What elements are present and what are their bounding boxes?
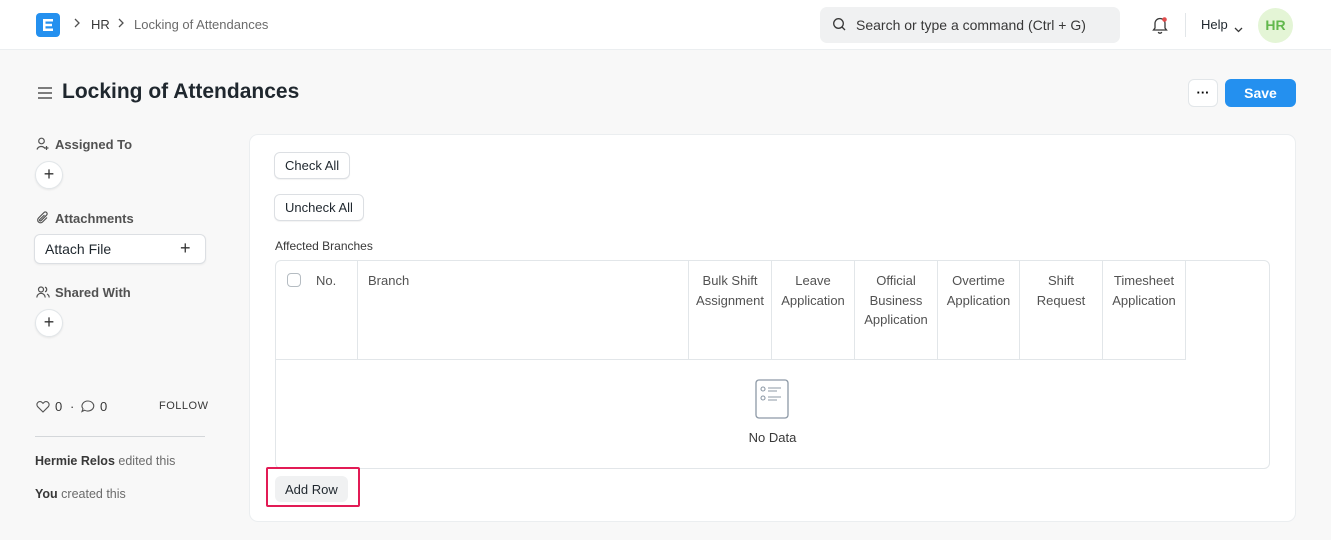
add-share-button[interactable]: + bbox=[35, 309, 63, 337]
assigned-to-label: Assigned To bbox=[55, 137, 133, 152]
page-title: Locking of Attendances bbox=[62, 80, 300, 103]
comment-icon[interactable] bbox=[80, 400, 95, 416]
plus-icon: + bbox=[180, 238, 191, 258]
like-count: 0 bbox=[55, 399, 63, 414]
help-menu[interactable]: Help bbox=[1201, 17, 1228, 32]
attach-file-label: Attach File bbox=[45, 241, 112, 257]
activity-user[interactable]: You bbox=[35, 487, 58, 501]
table-header-no: No. bbox=[276, 261, 358, 360]
app-logo-icon[interactable] bbox=[36, 13, 60, 37]
follow-link[interactable]: FOLLOW bbox=[159, 400, 208, 412]
users-icon bbox=[36, 285, 50, 302]
search-input[interactable] bbox=[856, 7, 1111, 43]
more-actions-button[interactable]: ··· bbox=[1188, 79, 1218, 107]
empty-list-icon bbox=[755, 379, 789, 422]
uncheck-all-button[interactable]: Uncheck All bbox=[274, 194, 364, 221]
table-header-timesheet-application: Timesheet Application bbox=[1103, 261, 1186, 360]
attach-file-button[interactable]: Attach File + bbox=[34, 234, 206, 264]
chevron-down-icon[interactable] bbox=[1234, 21, 1243, 36]
table-header-leave-application: Leave Application bbox=[772, 261, 855, 360]
shared-with-label: Shared With bbox=[55, 285, 131, 300]
table-header-shift-request: Shift Request bbox=[1020, 261, 1103, 360]
header-no-label: No. bbox=[316, 273, 337, 288]
activity-action: edited this bbox=[118, 454, 176, 468]
table-header-official-business-application: Official Business Application bbox=[855, 261, 938, 360]
affected-branches-table: No. Branch Bulk Shift Assignment Leave A… bbox=[275, 260, 1270, 469]
affected-branches-label: Affected Branches bbox=[275, 239, 373, 253]
sidebar-divider bbox=[35, 436, 205, 437]
add-user-icon bbox=[36, 137, 50, 154]
activity-item: You created this bbox=[35, 487, 126, 501]
highlight-box bbox=[266, 467, 360, 507]
chevron-right-icon bbox=[73, 16, 81, 33]
chevron-right-icon bbox=[117, 16, 125, 33]
table-header-bulk-shift-assignment: Bulk Shift Assignment bbox=[689, 261, 772, 360]
heart-icon[interactable] bbox=[36, 400, 50, 416]
check-all-button[interactable]: Check All bbox=[274, 152, 351, 179]
attachments-label: Attachments bbox=[55, 211, 134, 226]
user-avatar[interactable]: HR bbox=[1258, 8, 1293, 43]
notifications-bell-icon[interactable] bbox=[1151, 15, 1169, 38]
top-navbar: HR Locking of Attendances Help HR bbox=[0, 0, 1331, 50]
separator-dot: · bbox=[70, 399, 75, 414]
activity-item: Hermie Relos edited this bbox=[35, 454, 175, 468]
search-bar[interactable] bbox=[820, 7, 1120, 43]
add-assignee-button[interactable]: + bbox=[35, 161, 63, 189]
sidebar-toggle-icon[interactable] bbox=[37, 86, 53, 103]
search-icon bbox=[832, 17, 847, 35]
table-header-branch: Branch bbox=[358, 261, 689, 360]
no-data-label: No Data bbox=[748, 430, 797, 445]
save-button[interactable]: Save bbox=[1225, 79, 1296, 107]
table-header-overtime-application: Overtime Application bbox=[938, 261, 1020, 360]
select-all-checkbox[interactable] bbox=[287, 273, 301, 287]
paperclip-icon bbox=[36, 211, 50, 228]
breadcrumb-current-page[interactable]: Locking of Attendances bbox=[134, 17, 268, 32]
navbar-divider bbox=[1185, 13, 1186, 37]
comment-count: 0 bbox=[100, 399, 108, 414]
breadcrumb-hr[interactable]: HR bbox=[91, 17, 110, 32]
activity-user[interactable]: Hermie Relos bbox=[35, 454, 115, 468]
activity-action: created this bbox=[61, 487, 126, 501]
